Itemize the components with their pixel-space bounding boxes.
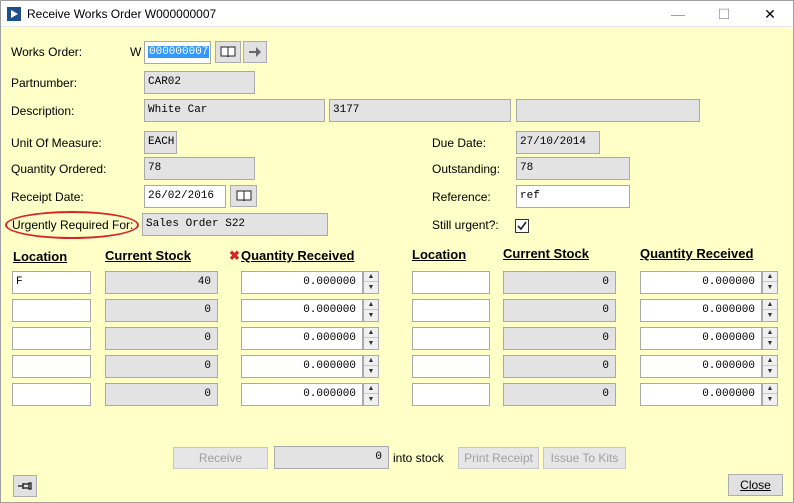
qty-spinner-right-1[interactable]: ▲ ▼ — [762, 271, 778, 294]
receipt-date-label: Receipt Date: — [11, 190, 84, 204]
receive-qty-field: 0 — [274, 446, 389, 469]
close-button[interactable]: Close — [728, 474, 783, 496]
qty-input-right-5[interactable]: 0.000000 — [640, 383, 762, 406]
works-order-value: 000000007 — [148, 46, 210, 58]
pin-icon — [18, 482, 32, 490]
into-stock-label: into stock — [393, 451, 444, 465]
location-input-left-2[interactable] — [12, 299, 91, 322]
works-order-prefix: W — [130, 45, 142, 59]
location-input-left-4[interactable] — [12, 355, 91, 378]
receive-works-order-window: Receive Works Order W000000007 — ☐ ✕ Wor… — [0, 0, 794, 503]
location-input-right-1[interactable] — [412, 271, 490, 294]
receipt-date-input[interactable]: 26/02/2016 — [144, 185, 226, 208]
stock-field-right-5: 0 — [503, 383, 616, 406]
due-date-label: Due Date: — [432, 136, 487, 150]
qty-input-left-3[interactable]: 0.000000 — [241, 327, 363, 350]
still-urgent-checkbox[interactable] — [515, 219, 529, 233]
header-current-stock-right: Current Stock — [503, 246, 589, 261]
header-location-right: Location — [412, 247, 467, 262]
location-input-left-3[interactable] — [12, 327, 91, 350]
qty-spinner-left-4[interactable]: ▲ ▼ — [363, 355, 379, 378]
stock-field-left-2: 0 — [105, 299, 218, 322]
qty-ordered-label: Quantity Ordered: — [11, 162, 107, 176]
receive-button[interactable]: Receive — [173, 447, 268, 469]
qty-input-right-2[interactable]: 0.000000 — [640, 299, 762, 322]
urgent-label: Urgently Required For: — [12, 218, 134, 232]
qty-spinner-right-5[interactable]: ▲ ▼ — [762, 383, 778, 406]
works-order-lookup-button[interactable] — [215, 41, 241, 63]
book-icon — [236, 190, 251, 202]
location-input-left-5[interactable] — [12, 383, 91, 406]
arrow-right-icon — [249, 47, 261, 57]
close-window-button[interactable]: ✕ — [747, 1, 793, 27]
uom-field: EACH — [144, 131, 177, 154]
header-current-stock-left: Current Stock — [105, 248, 191, 263]
header-location-left: Location — [13, 249, 68, 264]
works-order-label: Works Order: — [11, 45, 83, 59]
qty-spinner-right-3[interactable]: ▲ ▼ — [762, 327, 778, 350]
location-input-left-1[interactable]: F — [12, 271, 91, 294]
stock-field-left-1: 40 — [105, 271, 218, 294]
maximize-button[interactable]: ☐ — [701, 1, 747, 27]
reference-label: Reference: — [432, 190, 491, 204]
due-date-field: 27/10/2014 — [516, 131, 600, 154]
header-qty-received-right: Quantity Received — [640, 246, 754, 261]
qty-spinner-left-2[interactable]: ▲ ▼ — [363, 299, 379, 322]
qty-spinner-right-4[interactable]: ▲ ▼ — [762, 355, 778, 378]
qty-spinner-left-3[interactable]: ▲ ▼ — [363, 327, 379, 350]
outstanding-field: 78 — [516, 157, 630, 180]
book-icon — [220, 46, 236, 58]
qty-spinner-left-5[interactable]: ▲ ▼ — [363, 383, 379, 406]
works-order-input[interactable]: 000000007 — [144, 41, 211, 64]
description-field-2: 3177 — [329, 99, 511, 122]
minimize-button[interactable]: — — [655, 1, 701, 27]
stock-field-right-2: 0 — [503, 299, 616, 322]
still-urgent-label: Still urgent?: — [432, 218, 499, 232]
issue-to-kits-button[interactable]: Issue To Kits — [543, 447, 626, 469]
description-field-1: White Car — [144, 99, 325, 122]
partnumber-label: Partnumber: — [11, 76, 78, 90]
stock-field-right-1: 0 — [503, 271, 616, 294]
qty-input-left-5[interactable]: 0.000000 — [241, 383, 363, 406]
title-bar[interactable]: Receive Works Order W000000007 — ☐ ✕ — [1, 1, 793, 27]
qty-input-left-1[interactable]: 0.000000 — [241, 271, 363, 294]
required-x-icon: ✖ — [229, 248, 240, 263]
stock-field-left-4: 0 — [105, 355, 218, 378]
stock-field-right-4: 0 — [503, 355, 616, 378]
location-input-right-4[interactable] — [412, 355, 490, 378]
location-input-right-2[interactable] — [412, 299, 490, 322]
works-order-go-button[interactable] — [243, 41, 267, 63]
reference-input[interactable]: ref — [516, 185, 630, 208]
location-input-right-3[interactable] — [412, 327, 490, 350]
description-field-3 — [516, 99, 700, 122]
urgent-field: Sales Order S22 — [142, 213, 328, 236]
qty-ordered-field: 78 — [144, 157, 255, 180]
stock-field-right-3: 0 — [503, 327, 616, 350]
description-label: Description: — [11, 104, 75, 118]
window-title: Receive Works Order W000000007 — [27, 7, 217, 21]
uom-label: Unit Of Measure: — [11, 136, 102, 150]
stock-field-left-3: 0 — [105, 327, 218, 350]
qty-spinner-left-1[interactable]: ▲ ▼ — [363, 271, 379, 294]
qty-input-left-4[interactable]: 0.000000 — [241, 355, 363, 378]
checkmark-icon — [517, 221, 527, 231]
qty-input-left-2[interactable]: 0.000000 — [241, 299, 363, 322]
header-qty-received-left: Quantity Received — [241, 248, 355, 263]
pin-button[interactable] — [13, 475, 37, 497]
close-button-label: Close — [740, 478, 771, 492]
qty-input-right-3[interactable]: 0.000000 — [640, 327, 762, 350]
qty-input-right-1[interactable]: 0.000000 — [640, 271, 762, 294]
qty-input-right-4[interactable]: 0.000000 — [640, 355, 762, 378]
outstanding-label: Outstanding: — [432, 162, 501, 176]
stock-field-left-5: 0 — [105, 383, 218, 406]
qty-spinner-right-2[interactable]: ▲ ▼ — [762, 299, 778, 322]
partnumber-field: CAR02 — [144, 71, 255, 94]
receipt-date-calendar-button[interactable] — [230, 185, 257, 207]
print-receipt-button[interactable]: Print Receipt — [458, 447, 539, 469]
location-input-right-5[interactable] — [412, 383, 490, 406]
app-icon — [7, 7, 21, 21]
